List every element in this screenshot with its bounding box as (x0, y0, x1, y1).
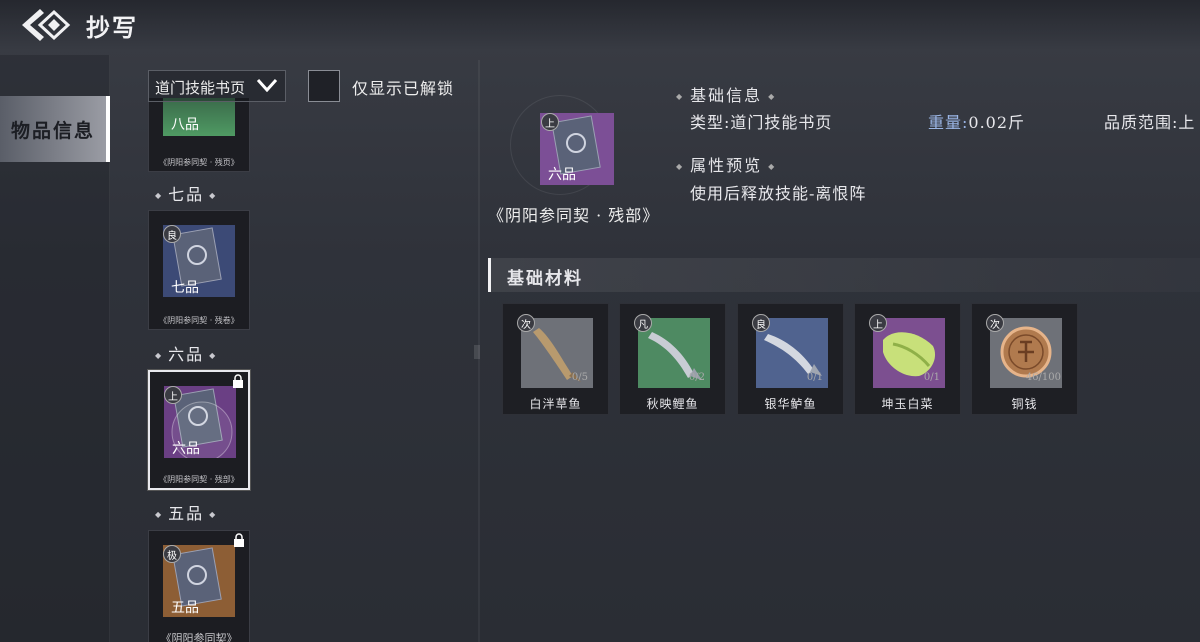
detail-grade-text: 六品 (548, 167, 576, 183)
page-title: 抄写 (86, 13, 138, 42)
chevron-down-icon (257, 78, 277, 92)
lock-icon (233, 374, 243, 388)
material-count: 0/2 (688, 372, 705, 383)
material-name: 白泮草鱼 (529, 397, 582, 411)
list-item[interactable]: 八品 《阴阳参同契 · 残页》 (148, 98, 250, 172)
quality-badge: 良 (163, 225, 181, 243)
material-count: 0/1 (923, 372, 940, 383)
card-art: 八品 (163, 98, 235, 136)
unlocked-only-checkbox[interactable] (308, 70, 340, 102)
checkbox-label: 仅显示已解锁 (352, 79, 455, 98)
back-arrow-icon (22, 9, 71, 41)
grade-heading: 五品 (150, 500, 222, 524)
card-caption: 《阴阳参同契 · 残页》 (159, 158, 239, 167)
material-item[interactable]: 次 0/5 白泮草鱼 (502, 303, 609, 415)
lock-icon (234, 533, 244, 547)
weight-value: 0.02斤 (968, 113, 1026, 132)
weight-label: 重量: (928, 113, 969, 132)
materials-title: 基础材料 (507, 269, 583, 289)
material-name: 秋映鲤鱼 (646, 397, 699, 411)
list-item[interactable]: 极 五品 《阴阳参同契》 (148, 530, 250, 642)
attr-preview-title: 属性预览 (676, 152, 776, 176)
material-name: 坤玉白菜 (881, 397, 934, 411)
card-caption: 《阴阳参同契 · 残部》 (159, 475, 239, 484)
grade-heading: 六品 (150, 341, 222, 365)
top-bar: 抄写 (0, 0, 1200, 50)
quality-badge: 上 (164, 386, 182, 404)
material-item[interactable]: 上 0/1 坤玉白菜 (854, 303, 961, 415)
card-caption: 《阴阳参同契》 (160, 632, 238, 642)
back-button[interactable] (18, 6, 74, 44)
item-list: 八品 《阴阳参同契 · 残页》 道门技能书页 仅显示已解锁 七品 良 七品 《阴… (140, 60, 475, 642)
list-item-selected[interactable]: 上 六品 《阴阳参同契 · 残部》 (148, 370, 250, 490)
detail-item-name: 《阴阳参同契 · 残部》 (488, 206, 660, 225)
material-name: 银华鲈鱼 (764, 397, 817, 411)
card-grade-text: 八品 (171, 117, 199, 133)
card-grade-text: 六品 (172, 441, 200, 457)
card-grade-text: 五品 (171, 600, 199, 616)
material-count: 46/100 (1025, 372, 1061, 383)
quality-badge: 良 (752, 314, 770, 332)
quality-badge: 次 (986, 314, 1004, 332)
material-name: 铜钱 (1011, 397, 1038, 411)
item-weight: 重量:0.02斤 (928, 109, 1025, 133)
quality-range: 品质范围:上 (1104, 113, 1196, 132)
quality-badge: 凡 (634, 314, 652, 332)
item-type: 类型:道门技能书页 (690, 113, 833, 132)
grade-heading: 七品 (150, 181, 222, 205)
card-grade-text: 七品 (171, 280, 199, 296)
tab-item-info[interactable]: 物品信息 (0, 96, 110, 162)
quality-badge: 上 (869, 314, 887, 332)
scroll-handle[interactable] (474, 345, 480, 359)
material-item[interactable]: 良 0/1 银华鲈鱼 (737, 303, 844, 415)
materials-header: 基础材料 (488, 258, 1200, 292)
material-count: 0/5 (571, 372, 588, 383)
card-caption: 《阴阳参同契 · 残卷》 (159, 316, 239, 325)
quality-badge: 次 (517, 314, 535, 332)
quality-badge: 极 (163, 545, 181, 563)
attr-preview-text: 使用后释放技能-离恨阵 (690, 184, 867, 203)
filter-selected-value: 道门技能书页 (155, 79, 246, 97)
material-item[interactable]: 凡 0/2 秋映鲤鱼 (619, 303, 726, 415)
material-item[interactable]: 次 46/100 铜钱 (971, 303, 1078, 415)
material-count: 0/1 (806, 372, 823, 383)
quality-badge: 上 (541, 113, 559, 131)
list-item[interactable]: 良 七品 《阴阳参同契 · 残卷》 (148, 210, 250, 330)
basic-info-title: 基础信息 (676, 82, 776, 106)
filter-dropdown[interactable]: 道门技能书页 (148, 70, 286, 102)
